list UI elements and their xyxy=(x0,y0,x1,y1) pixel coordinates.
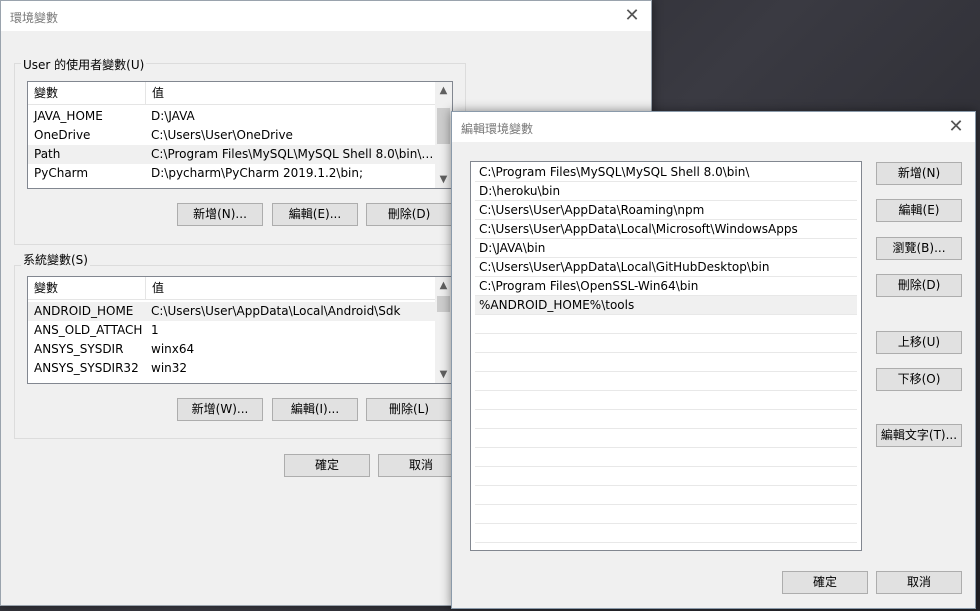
path-list-item[interactable]: D:\JAVA\bin xyxy=(475,239,857,258)
scroll-down-icon[interactable]: ▼ xyxy=(435,171,452,188)
variable-name: ANSYS_SYSDIR32 xyxy=(34,361,139,375)
scroll-up-icon[interactable]: ▲ xyxy=(435,82,452,99)
variable-name: OneDrive xyxy=(34,128,91,142)
move-up-button[interactable]: 上移(U) xyxy=(876,331,962,354)
path-list-empty-row[interactable] xyxy=(475,353,857,372)
column-header-value[interactable]: 值 xyxy=(145,82,435,104)
path-new-button[interactable]: 新增(N) xyxy=(876,162,962,185)
path-list-empty-row[interactable] xyxy=(475,524,857,543)
system-list-header: 變數 值 xyxy=(28,277,435,300)
path-list-empty-row[interactable] xyxy=(475,448,857,467)
variable-name: ANSYS_SYSDIR xyxy=(34,342,124,356)
system-delete-button[interactable]: 刪除(L) xyxy=(366,398,452,421)
variable-name: ANDROID_HOME xyxy=(34,304,134,318)
user-list-header: 變數 值 xyxy=(28,82,435,105)
user-delete-button[interactable]: 刪除(D) xyxy=(366,203,452,226)
user-variables-list[interactable]: 變數 值 JAVA_HOME D:\JAVA OneDrive C:\Users… xyxy=(27,81,453,189)
table-row-selected[interactable]: Path C:\Program Files\MySQL\MySQL Shell … xyxy=(28,145,435,164)
table-row-selected[interactable]: ANDROID_HOME C:\Users\User\AppData\Local… xyxy=(28,302,435,321)
table-row[interactable]: ANSYS_SYSDIR32 win32 xyxy=(28,359,435,378)
path-browse-button[interactable]: 瀏覽(B)... xyxy=(876,237,962,260)
system-list-scrollbar[interactable]: ▲ ▼ xyxy=(435,277,452,383)
path-list-empty-row[interactable] xyxy=(475,334,857,353)
table-row[interactable]: ANS_OLD_ATTACH 1 xyxy=(28,321,435,340)
variable-name: Path xyxy=(34,147,61,161)
column-header-name[interactable]: 變數 xyxy=(28,277,145,299)
user-edit-button[interactable]: 編輯(E)... xyxy=(272,203,358,226)
variable-value: C:\Program Files\MySQL\MySQL Shell 8.0\b… xyxy=(151,147,435,161)
column-header-name[interactable]: 變數 xyxy=(28,82,145,104)
edit-cancel-button[interactable]: 取消 xyxy=(876,571,962,594)
path-list[interactable]: C:\Program Files\MySQL\MySQL Shell 8.0\b… xyxy=(470,161,862,551)
system-new-button[interactable]: 新增(W)... xyxy=(177,398,263,421)
edit-text-button[interactable]: 編輯文字(T)... xyxy=(876,424,962,447)
path-list-empty-row[interactable] xyxy=(475,505,857,524)
variable-value: D:\pycharm\PyCharm 2019.1.2\bin; xyxy=(151,166,364,180)
path-list-item[interactable]: C:\Program Files\MySQL\MySQL Shell 8.0\b… xyxy=(475,163,857,182)
variable-value: C:\Users\User\AppData\Local\Android\Sdk xyxy=(151,304,401,318)
path-edit-button[interactable]: 編輯(E) xyxy=(876,199,962,222)
variable-name: JAVA_HOME xyxy=(34,109,103,123)
edit-env-variable-dialog: 編輯環境變數 ✕ C:\Program Files\MySQL\MySQL Sh… xyxy=(451,111,976,609)
variable-value: D:\JAVA xyxy=(151,109,195,123)
system-edit-button[interactable]: 編輯(I)... xyxy=(272,398,358,421)
variable-name: PyCharm xyxy=(34,166,89,180)
path-list-item[interactable]: D:\heroku\bin xyxy=(475,182,857,201)
path-list-empty-row[interactable] xyxy=(475,429,857,448)
edit-dialog-titlebar[interactable]: 編輯環境變數 ✕ xyxy=(452,112,975,142)
user-variables-label: User 的使用者變數(U) xyxy=(21,56,147,73)
table-row[interactable]: ANSYS_SYSDIR winx64 xyxy=(28,340,435,359)
move-down-button[interactable]: 下移(O) xyxy=(876,368,962,391)
variable-name: ANS_OLD_ATTACH xyxy=(34,323,143,337)
path-list-item[interactable]: C:\Users\User\AppData\Roaming\npm xyxy=(475,201,857,220)
path-list-empty-row[interactable] xyxy=(475,467,857,486)
path-list-item[interactable]: C:\Users\User\AppData\Local\GitHubDeskto… xyxy=(475,258,857,277)
path-list-item[interactable]: C:\Program Files\OpenSSL-Win64\bin xyxy=(475,277,857,296)
user-new-button[interactable]: 新增(N)... xyxy=(177,203,263,226)
env-dialog-title: 環境變數 xyxy=(10,11,59,25)
variable-value: win32 xyxy=(151,361,188,375)
path-list-item[interactable]: C:\Users\User\AppData\Local\Microsoft\Wi… xyxy=(475,220,857,239)
system-variables-list[interactable]: 變數 值 ANDROID_HOME C:\Users\User\AppData\… xyxy=(27,276,453,384)
table-row[interactable]: PyCharm D:\pycharm\PyCharm 2019.1.2\bin; xyxy=(28,164,435,183)
path-list-empty-row[interactable] xyxy=(475,410,857,429)
edit-ok-button[interactable]: 確定 xyxy=(782,571,868,594)
path-list-empty-row[interactable] xyxy=(475,486,857,505)
scroll-down-icon[interactable]: ▼ xyxy=(435,366,452,383)
variable-value: C:\Users\User\OneDrive xyxy=(151,128,293,142)
close-icon[interactable]: ✕ xyxy=(937,112,975,142)
scrollbar-thumb[interactable] xyxy=(437,108,450,144)
scrollbar-thumb[interactable] xyxy=(437,296,450,312)
scroll-up-icon[interactable]: ▲ xyxy=(435,277,452,294)
env-dialog-titlebar[interactable]: 環境變數 ✕ xyxy=(1,1,651,31)
edit-dialog-title: 編輯環境變數 xyxy=(461,122,534,136)
variable-value: winx64 xyxy=(151,342,195,356)
path-list-empty-row[interactable] xyxy=(475,315,857,334)
path-list-item-selected[interactable]: %ANDROID_HOME%\tools xyxy=(475,296,857,315)
column-header-value[interactable]: 值 xyxy=(145,277,435,299)
table-row[interactable]: OneDrive C:\Users\User\OneDrive xyxy=(28,126,435,145)
variable-value: 1 xyxy=(151,323,159,337)
system-variables-label: 系統變數(S) xyxy=(21,251,90,268)
user-list-scrollbar[interactable]: ▲ ▼ xyxy=(435,82,452,188)
path-delete-button[interactable]: 刪除(D) xyxy=(876,274,962,297)
table-row[interactable]: JAVA_HOME D:\JAVA xyxy=(28,107,435,126)
env-ok-button[interactable]: 確定 xyxy=(284,454,370,477)
path-list-empty-row[interactable] xyxy=(475,391,857,410)
path-list-empty-row[interactable] xyxy=(475,372,857,391)
close-icon[interactable]: ✕ xyxy=(613,1,651,31)
